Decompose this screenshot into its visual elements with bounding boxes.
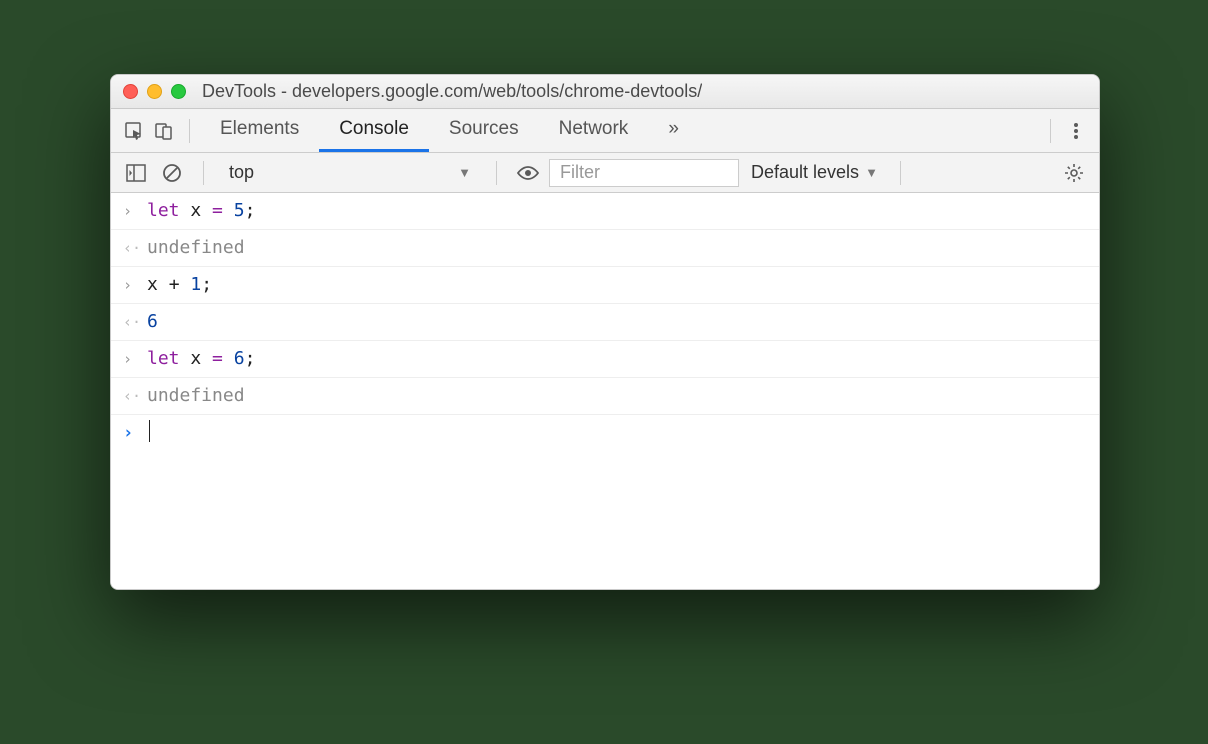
clear-console-icon[interactable] <box>157 158 187 188</box>
tabs-overflow[interactable]: » <box>648 109 699 152</box>
devtools-window: DevTools - developers.google.com/web/too… <box>110 74 1100 590</box>
chevron-down-icon: ▼ <box>458 165 471 180</box>
tab-elements[interactable]: Elements <box>200 109 319 152</box>
chevron-down-icon: ▼ <box>865 165 878 180</box>
kebab-menu-icon[interactable] <box>1061 121 1091 141</box>
separator <box>1050 119 1051 143</box>
console-output-row: ‹·undefined <box>111 378 1099 415</box>
code-text: x + 1; <box>147 272 212 298</box>
titlebar: DevTools - developers.google.com/web/too… <box>111 75 1099 109</box>
tab-network[interactable]: Network <box>539 109 649 152</box>
input-chevron-icon: › <box>123 272 147 298</box>
gear-icon[interactable] <box>1059 158 1089 188</box>
prompt-input[interactable] <box>147 420 150 442</box>
separator <box>496 161 497 185</box>
log-levels-select[interactable]: Default levels ▼ <box>745 162 884 183</box>
tab-console[interactable]: Console <box>319 109 429 152</box>
console-output-row: ‹·6 <box>111 304 1099 341</box>
inspect-element-icon[interactable] <box>119 116 149 146</box>
separator <box>189 119 190 143</box>
device-toggle-icon[interactable] <box>149 116 179 146</box>
window-title: DevTools - developers.google.com/web/too… <box>202 81 702 102</box>
filter-input[interactable] <box>549 159 739 187</box>
sidebar-toggle-icon[interactable] <box>121 158 151 188</box>
main-tabbar: Elements Console Sources Network » <box>111 109 1099 153</box>
text-cursor <box>149 420 150 442</box>
output-chevron-icon: ‹· <box>123 235 147 261</box>
separator <box>900 161 901 185</box>
zoom-icon[interactable] <box>171 84 186 99</box>
output-chevron-icon: ‹· <box>123 383 147 409</box>
tabs: Elements Console Sources Network » <box>200 109 699 152</box>
window-controls <box>123 84 186 99</box>
context-select[interactable]: top ▼ <box>220 159 480 186</box>
live-expression-icon[interactable] <box>513 158 543 188</box>
code-text: let x = 5; <box>147 198 255 224</box>
separator <box>203 161 204 185</box>
input-chevron-icon: › <box>123 198 147 224</box>
code-text: 6 <box>147 309 158 335</box>
console-toolbar: top ▼ Default levels ▼ <box>111 153 1099 193</box>
prompt-chevron-icon: › <box>123 420 147 446</box>
console-input-row: ›x + 1; <box>111 267 1099 304</box>
console-body[interactable]: ›let x = 5;‹·undefined›x + 1;‹·6›let x =… <box>111 193 1099 589</box>
minimize-icon[interactable] <box>147 84 162 99</box>
code-text: undefined <box>147 383 245 409</box>
console-input-row: ›let x = 5; <box>111 193 1099 230</box>
code-text: let x = 6; <box>147 346 255 372</box>
code-text: undefined <box>147 235 245 261</box>
levels-label: Default levels <box>751 162 859 183</box>
output-chevron-icon: ‹· <box>123 309 147 335</box>
console-output-row: ‹·undefined <box>111 230 1099 267</box>
close-icon[interactable] <box>123 84 138 99</box>
input-chevron-icon: › <box>123 346 147 372</box>
console-prompt-row[interactable]: › <box>111 415 1099 451</box>
console-input-row: ›let x = 6; <box>111 341 1099 378</box>
tab-sources[interactable]: Sources <box>429 109 539 152</box>
context-label: top <box>229 162 254 183</box>
